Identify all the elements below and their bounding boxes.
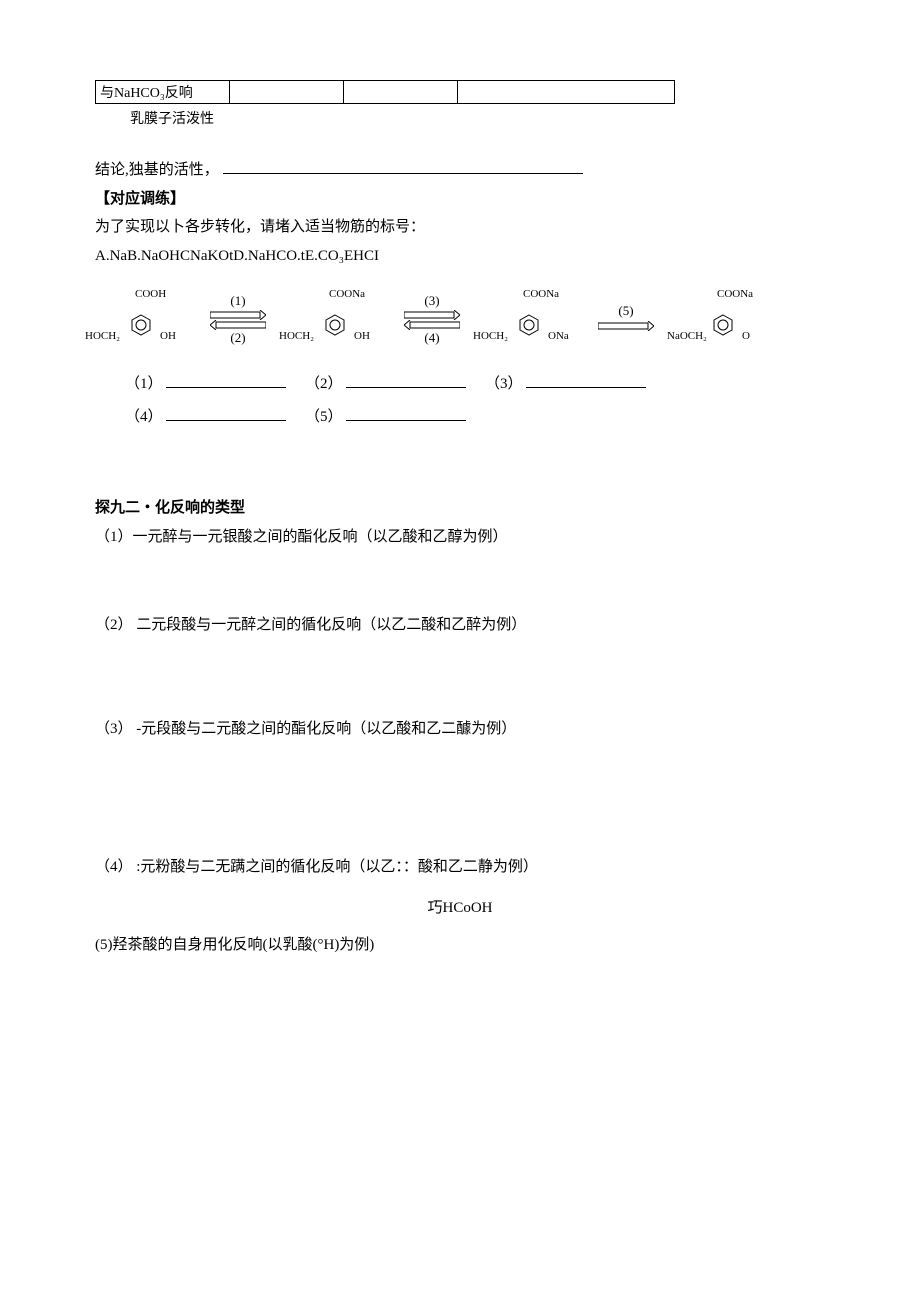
center-formula: 巧HCoOH [95, 896, 825, 917]
blank-label-3: （3） [485, 376, 523, 392]
item-4: （4） :元粉酸与二无蹒之间的循化反响（以乙：：酸和乙二静为例） [95, 853, 825, 882]
arrow-label-top: (1) [203, 293, 273, 309]
blank-2 [346, 375, 466, 388]
blank-5 [346, 408, 466, 421]
forward-arrow-5: (5) [591, 303, 661, 335]
arrow-label-top: (5) [591, 303, 661, 319]
arrow-label-bottom: (2) [203, 330, 273, 346]
answer-blanks: （1） （2） （3） （4） （5） [125, 368, 825, 434]
blank-1 [166, 375, 286, 388]
blank-label-2: （2） [305, 376, 343, 392]
arrow-label-top: (3) [397, 293, 467, 309]
table-row: 与NaHCO₃反响 [96, 81, 675, 104]
group-left: HOCH₂ [279, 330, 314, 342]
table-cell [230, 81, 344, 104]
molecule-4: COONa NaOCH₂ O [667, 288, 779, 350]
blank-label-4: （4） [125, 409, 163, 425]
molecule-2: COONa HOCH₂ OH [279, 288, 391, 350]
benzene-ring-icon [712, 314, 734, 339]
group-left: HOCH₂ [473, 330, 508, 342]
table-cell-label: 与NaHCO₃反响 [96, 81, 230, 104]
practice-intro: 为了实现以卜各步转化，请堵入适当物筋的标号： [95, 213, 825, 242]
item-2: （2） 二元段酸与一元醉之间的循化反响（以乙二酸和乙醉为例） [95, 611, 825, 640]
benzene-ring-icon [518, 314, 540, 339]
group-right: OH [160, 330, 176, 342]
section-heading-2: 探九二・化反响的类型 [95, 494, 825, 523]
arrow-right-icon [598, 321, 654, 331]
conclusion-line: 结论,独基的活性， [95, 156, 825, 185]
conclusion-text: 结论,独基的活性， [95, 162, 219, 178]
practice-heading: 【对应调练】 [95, 185, 825, 214]
group-top: COOH [135, 288, 166, 300]
equilibrium-arrows-2: (3) (4) [397, 293, 467, 346]
arrow-left-icon [404, 320, 460, 330]
arrow-left-icon [210, 320, 266, 330]
table-cell [344, 81, 458, 104]
blank-label-1: （1） [125, 376, 163, 392]
blank-3 [526, 375, 646, 388]
molecule-1: COOH HOCH₂ OH [85, 288, 197, 350]
arrow-right-icon [404, 310, 460, 320]
arrow-right-icon [210, 310, 266, 320]
arrow-label-bottom: (4) [397, 330, 467, 346]
reaction-scheme: COOH HOCH₂ OH (1) (2) COONa HOCH₂ OH (3) [85, 288, 825, 350]
item-5: (5)羟茶酸的自身用化反响(以乳酸(°H)为例) [95, 931, 825, 960]
group-right: ONa [548, 330, 569, 342]
molecule-3: COONa HOCH₂ ONa [473, 288, 585, 350]
group-top: COONa [717, 288, 753, 300]
item-1: （1）一元醉与一元银酸之间的酯化反响（以乙酸和乙醇为例） [95, 523, 825, 552]
equilibrium-arrows-1: (1) (2) [203, 293, 273, 346]
options-line: A.NaB.NaOHCNaKOtD.NaHCO.tE.CO₃EHCI [95, 242, 825, 271]
benzene-ring-icon [324, 314, 346, 339]
table-caption: 乳膜子活泼性 [130, 108, 825, 128]
blank-4 [166, 408, 286, 421]
group-right: OH [354, 330, 370, 342]
blank-label-5: （5） [305, 409, 343, 425]
group-left: HOCH₂ [85, 330, 120, 342]
item-3: （3） -元段酸与二元酸之间的酯化反响（以乙酸和乙二醵为例） [95, 715, 825, 744]
blank-line [223, 159, 583, 174]
group-left: NaOCH₂ [667, 330, 707, 342]
group-top: COONa [329, 288, 365, 300]
group-right: O [742, 330, 750, 342]
table-cell [458, 81, 675, 104]
reaction-table: 与NaHCO₃反响 [95, 80, 675, 104]
group-top: COONa [523, 288, 559, 300]
benzene-ring-icon [130, 314, 152, 339]
cell-text: 与NaHCO₃反响 [100, 86, 193, 101]
